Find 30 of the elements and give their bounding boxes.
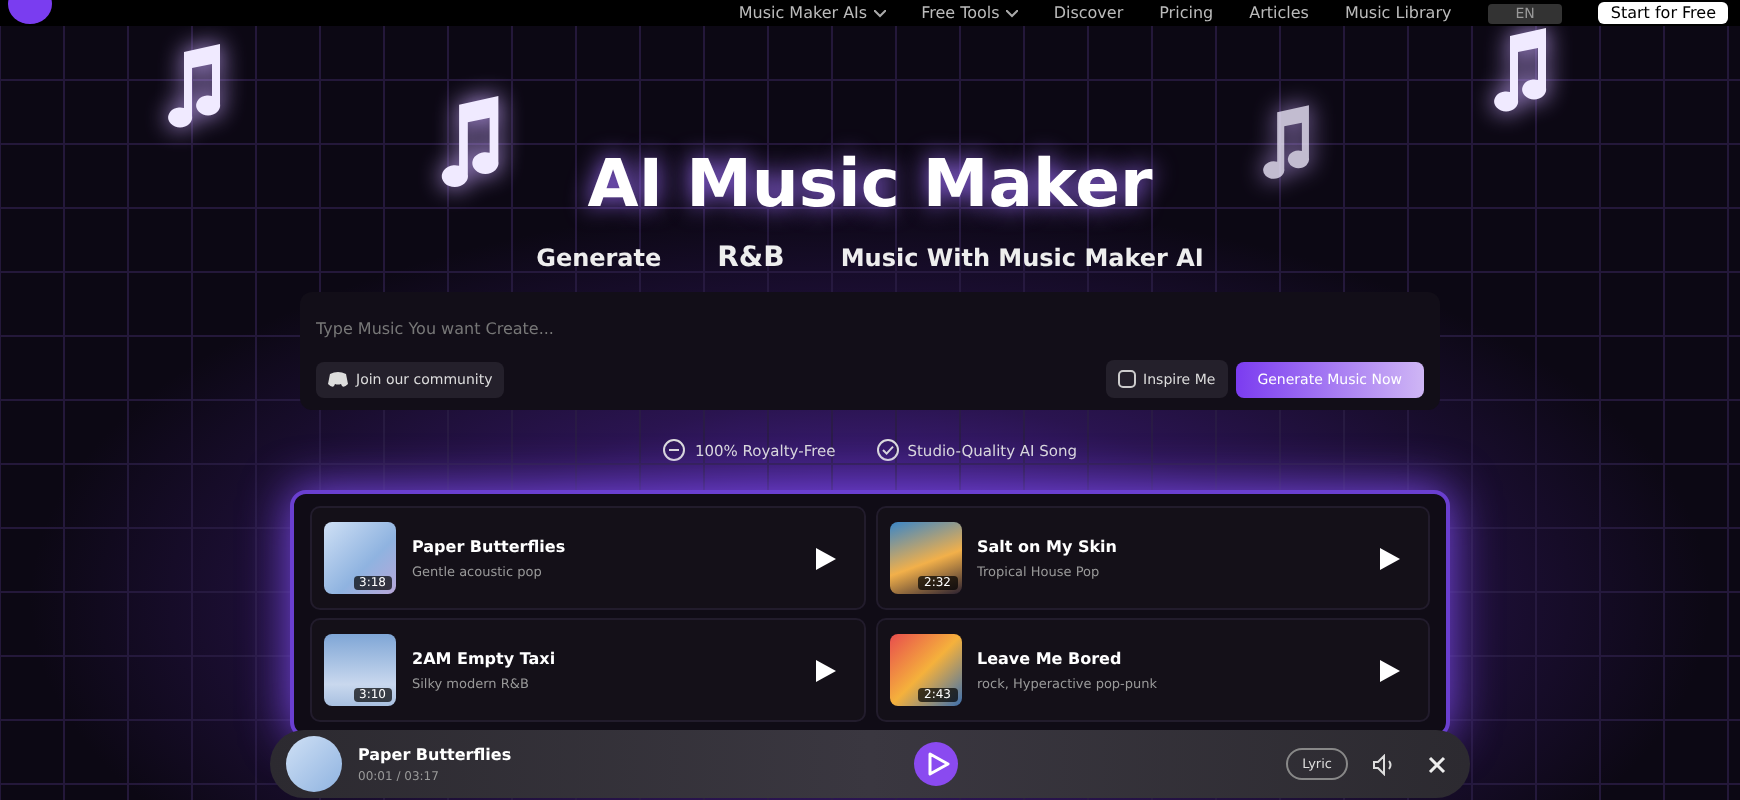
nav-link[interactable]: Discover <box>1053 4 1124 22</box>
song-title: Leave Me Bored <box>977 649 1124 667</box>
song-title: 2AM Empty Taxi <box>412 649 558 667</box>
nav-link[interactable]: Free Tools <box>921 4 1018 22</box>
nav-link[interactable]: Articles <box>1249 4 1309 22</box>
check-circle-icon <box>875 438 900 462</box>
page-title: AI Music Maker <box>587 144 1153 222</box>
play-icon[interactable] <box>815 547 835 569</box>
subtitle-text: Music With Music Maker AI <box>840 244 1204 272</box>
nav-link[interactable]: Music Maker AIs <box>738 4 886 22</box>
play-icon <box>927 752 949 776</box>
cover-image <box>286 736 342 792</box>
nav-link[interactable]: Pricing <box>1159 4 1214 22</box>
caret-icon <box>1005 9 1018 17</box>
play-icon[interactable] <box>1380 659 1400 681</box>
prompt-input[interactable]: Type Music You want Create... <box>316 317 1424 341</box>
nav-link[interactable]: Music Library <box>1344 4 1452 22</box>
caret-icon <box>873 9 886 17</box>
song-title: Salt on My Skin <box>977 537 1119 555</box>
play-button[interactable] <box>914 742 958 786</box>
song-title: Paper Butterflies <box>412 537 568 555</box>
subtitle-text: Generate <box>536 244 662 272</box>
play-icon[interactable] <box>1380 547 1400 569</box>
genre-word: R&B <box>717 242 785 274</box>
play-icon[interactable] <box>815 659 835 681</box>
volume-icon[interactable] <box>1372 753 1396 775</box>
start-button[interactable]: Start for Free <box>1598 2 1728 24</box>
badge-icon <box>662 438 687 462</box>
track-title: Paper Butterflies <box>358 745 514 763</box>
close-icon[interactable] <box>1428 755 1446 773</box>
